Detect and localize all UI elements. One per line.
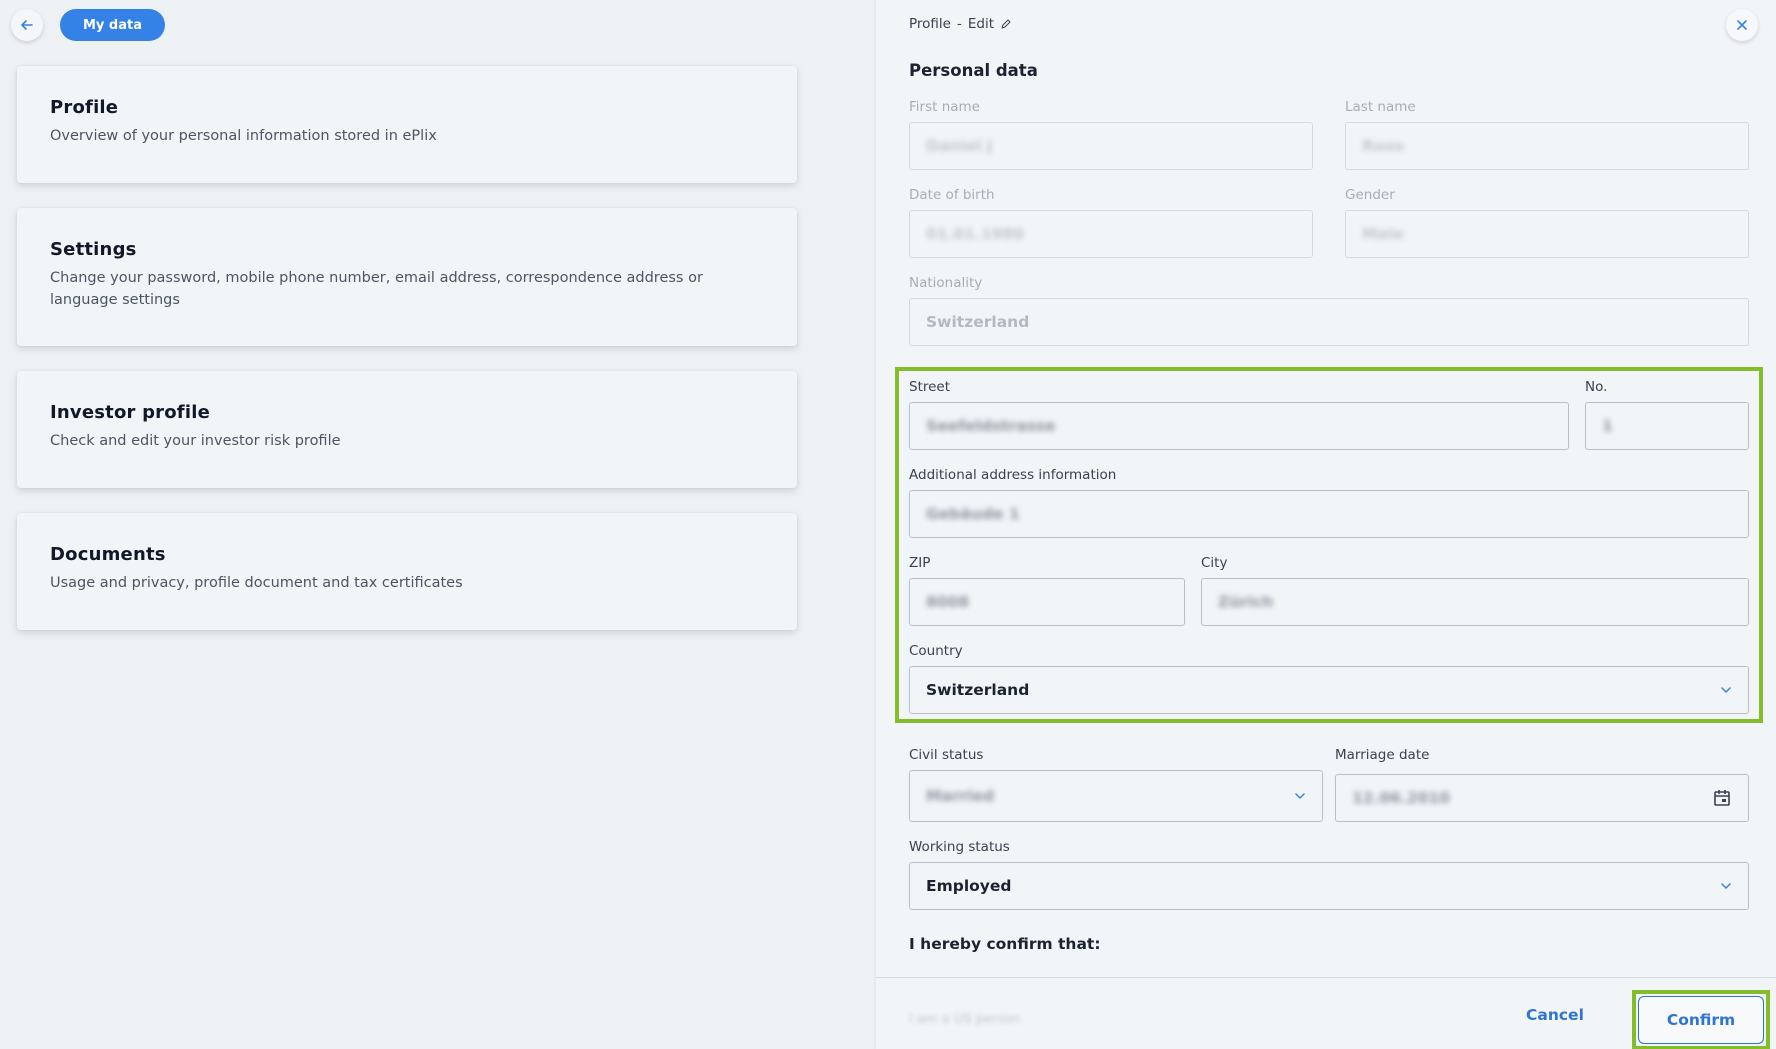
card-title: Profile xyxy=(50,97,119,118)
calendar-icon[interactable] xyxy=(1712,788,1732,808)
breadcrumb-section: Profile xyxy=(909,16,951,32)
pencil-icon xyxy=(1001,19,1011,29)
back-button[interactable] xyxy=(11,9,43,41)
date-of-birth-field: 01.01.1980 xyxy=(909,210,1313,258)
civil-status-select[interactable]: Married xyxy=(909,770,1323,822)
additional-address-input[interactable]: Gebäude 1 xyxy=(909,490,1749,538)
street-value: Seefeldstrasse xyxy=(926,417,1056,435)
chevron-down-icon xyxy=(1721,883,1731,890)
section-title: Personal data xyxy=(909,61,1038,80)
card-description: Change your password, mobile phone numbe… xyxy=(50,270,703,308)
investor-profile-card[interactable]: Investor profile Check and edit your inv… xyxy=(17,371,797,488)
marriage-date-value: 12.06.2010 xyxy=(1352,789,1451,807)
breadcrumb-separator: - xyxy=(956,16,962,32)
additional-address-value: Gebäude 1 xyxy=(926,505,1020,523)
breadcrumb-mode: Edit xyxy=(967,16,995,32)
zip-input[interactable]: 8008 xyxy=(909,578,1185,626)
number-value: 1 xyxy=(1602,417,1613,435)
first-name-field: Daniel J xyxy=(909,122,1313,170)
card-description: Check and edit your investor risk profil… xyxy=(50,433,341,449)
cancel-button[interactable]: Cancel xyxy=(1526,1006,1584,1024)
marriage-date-input[interactable]: 12.06.2010 xyxy=(1335,774,1749,822)
card-title: Documents xyxy=(50,544,166,565)
edit-panel: Profile - Edit Personal data First name … xyxy=(876,0,1776,1049)
chevron-down-icon xyxy=(1295,793,1305,800)
date-of-birth-value: 01.01.1980 xyxy=(926,225,1025,243)
panel-footer: I am a US person Cancel Confirm xyxy=(876,977,1776,1049)
working-status-select[interactable]: Employed xyxy=(909,862,1749,910)
city-label: City xyxy=(1201,555,1228,571)
nationality-field: Switzerland xyxy=(909,298,1749,346)
first-name-value: Daniel J xyxy=(926,137,993,155)
date-of-birth-label: Date of birth xyxy=(909,187,995,203)
card-title: Investor profile xyxy=(50,402,210,423)
documents-card[interactable]: Documents Usage and privacy, profile doc… xyxy=(17,513,797,630)
last-name-label: Last name xyxy=(1345,99,1416,115)
arrow-left-icon xyxy=(21,20,33,30)
close-button[interactable] xyxy=(1726,9,1758,41)
first-name-label: First name xyxy=(909,99,980,115)
confirm-heading: I hereby confirm that: xyxy=(909,935,1101,953)
last-name-field: Roos xyxy=(1345,122,1749,170)
nationality-label: Nationality xyxy=(909,275,983,291)
marriage-date-label: Marriage date xyxy=(1335,747,1430,763)
street-input[interactable]: Seefeldstrasse xyxy=(909,402,1569,450)
my-data-pane: My data Profile Overview of your persona… xyxy=(0,0,876,1049)
confirm-statement: I am a US person xyxy=(909,1012,1021,1027)
card-description: Usage and privacy, profile document and … xyxy=(50,575,463,591)
country-select[interactable]: Switzerland xyxy=(909,666,1749,714)
nationality-value: Switzerland xyxy=(926,313,1030,331)
settings-card[interactable]: Settings Change your password, mobile ph… xyxy=(17,208,797,346)
gender-field: Male xyxy=(1345,210,1749,258)
gender-label: Gender xyxy=(1345,187,1395,203)
country-value: Switzerland xyxy=(926,681,1030,699)
profile-card[interactable]: Profile Overview of your personal inform… xyxy=(17,66,797,183)
city-input[interactable]: Zürich xyxy=(1201,578,1749,626)
zip-value: 8008 xyxy=(926,593,970,611)
zip-label: ZIP xyxy=(909,555,931,571)
last-name-value: Roos xyxy=(1362,137,1405,155)
card-title: Settings xyxy=(50,239,137,260)
civil-status-value: Married xyxy=(926,787,995,805)
number-input[interactable]: 1 xyxy=(1585,402,1749,450)
additional-address-label: Additional address information xyxy=(909,467,1117,483)
gender-value: Male xyxy=(1362,225,1404,243)
breadcrumb: Profile - Edit xyxy=(909,16,1012,32)
number-label: No. xyxy=(1585,379,1608,395)
close-icon xyxy=(1737,20,1747,30)
city-value: Zürich xyxy=(1218,593,1274,611)
country-label: Country xyxy=(909,643,963,659)
working-status-value: Employed xyxy=(926,877,1012,895)
my-data-tab[interactable]: My data xyxy=(60,9,165,41)
confirm-button[interactable]: Confirm xyxy=(1638,996,1764,1044)
civil-status-label: Civil status xyxy=(909,747,984,763)
card-description: Overview of your personal information st… xyxy=(50,128,437,144)
chevron-down-icon xyxy=(1721,687,1731,694)
working-status-label: Working status xyxy=(909,839,1010,855)
street-label: Street xyxy=(909,379,951,395)
